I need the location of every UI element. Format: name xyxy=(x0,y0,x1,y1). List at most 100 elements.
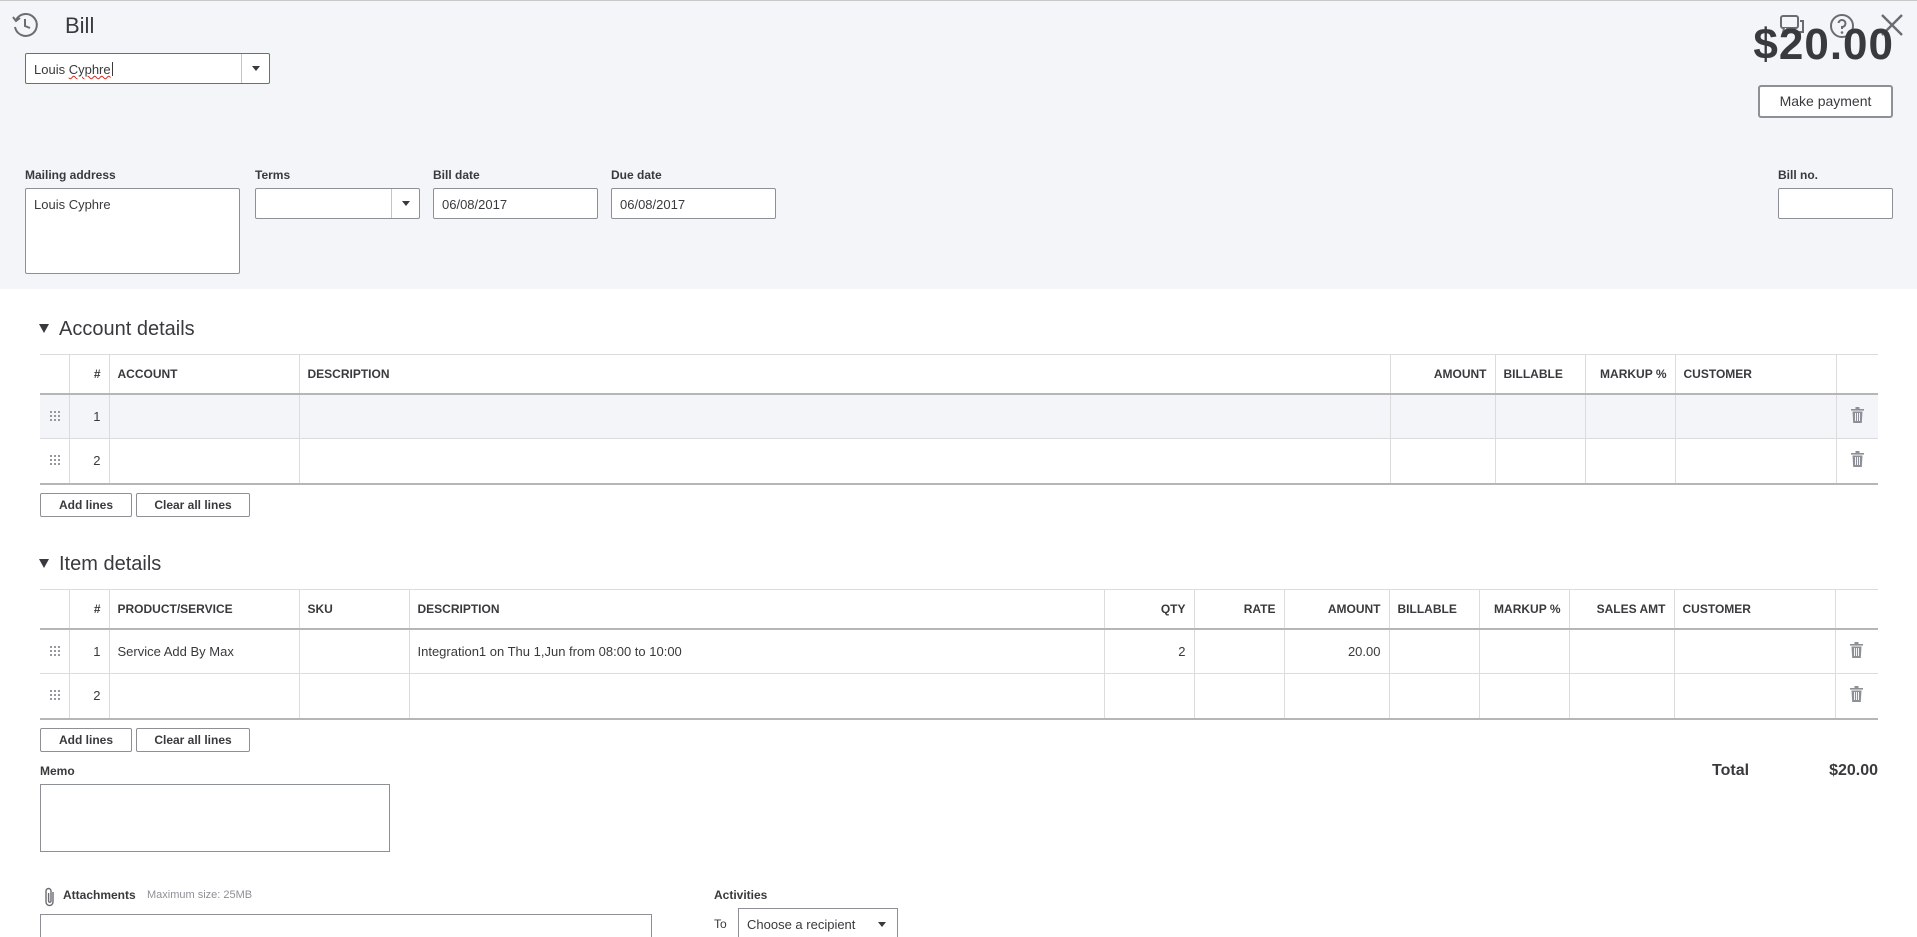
vendor-first-name: Louis xyxy=(34,62,69,77)
vendor-select[interactable]: Louis Cyphre xyxy=(25,53,270,84)
header-delete-cell xyxy=(1835,589,1878,630)
cell-number: 1 xyxy=(69,628,110,674)
cell-markup[interactable] xyxy=(1585,438,1676,485)
grip-icon[interactable] xyxy=(48,644,60,656)
table-row[interactable]: 2 xyxy=(40,673,1878,720)
make-payment-button[interactable]: Make payment xyxy=(1758,85,1893,118)
terms-dropdown-button[interactable] xyxy=(391,189,419,218)
cell-qty[interactable] xyxy=(1104,673,1195,720)
terms-select[interactable] xyxy=(255,188,420,219)
col-header-qty: QTY xyxy=(1104,589,1195,630)
text-cursor xyxy=(111,62,113,76)
add-lines-button[interactable]: Add lines xyxy=(40,493,132,517)
grip-icon[interactable] xyxy=(48,454,60,466)
clear-all-lines-button[interactable]: Clear all lines xyxy=(136,493,250,517)
account-details-title[interactable]: Account details xyxy=(59,318,195,341)
cell-billable[interactable] xyxy=(1495,438,1586,485)
cell-description[interactable] xyxy=(299,393,1391,439)
cell-number: 2 xyxy=(69,673,110,720)
balance-due-amount: $20.00 xyxy=(1744,26,1894,70)
cell-customer[interactable] xyxy=(1674,673,1836,720)
cell-sales-amt[interactable] xyxy=(1569,673,1675,720)
page-title: Bill xyxy=(65,13,95,38)
paperclip-icon xyxy=(45,887,54,907)
cell-description[interactable]: Integration1 on Thu 1,Jun from 08:00 to … xyxy=(409,628,1105,674)
vendor-input[interactable]: Louis Cyphre xyxy=(34,62,113,77)
table-header-row: # ACCOUNT DESCRIPTION AMOUNT BILLABLE MA… xyxy=(40,354,1878,395)
cell-delete[interactable] xyxy=(1836,393,1878,439)
cell-delete[interactable] xyxy=(1835,628,1878,674)
trash-icon[interactable] xyxy=(1850,451,1864,468)
col-header-sku: SKU xyxy=(299,589,410,630)
bill-no-field[interactable] xyxy=(1778,188,1893,219)
trash-icon[interactable] xyxy=(1850,641,1864,658)
cell-number: 1 xyxy=(69,393,110,439)
cell-sku[interactable] xyxy=(299,673,410,720)
mailing-address-field[interactable]: Louis Cyphre xyxy=(25,188,240,274)
item-details-title[interactable]: Item details xyxy=(59,553,161,576)
collapse-triangle-icon[interactable] xyxy=(39,559,49,568)
cell-account[interactable] xyxy=(109,393,300,439)
activities-label: Activities xyxy=(714,888,768,902)
cell-sku[interactable] xyxy=(299,628,410,674)
cell-rate[interactable] xyxy=(1194,673,1285,720)
grip-icon[interactable] xyxy=(48,689,60,701)
add-lines-button[interactable]: Add lines xyxy=(40,728,132,752)
clear-all-lines-button[interactable]: Clear all lines xyxy=(136,728,250,752)
col-header-billable: BILLABLE xyxy=(1389,589,1480,630)
col-header-billable: BILLABLE xyxy=(1495,354,1586,395)
cell-markup[interactable] xyxy=(1585,393,1676,439)
cell-billable[interactable] xyxy=(1389,673,1480,720)
cell-amount[interactable] xyxy=(1390,393,1496,439)
bill-date-field[interactable]: 06/08/2017 xyxy=(433,188,598,219)
table-row[interactable]: 1 Service Add By Max Integration1 on Thu… xyxy=(40,628,1878,674)
total-label: Total xyxy=(1712,762,1750,779)
cell-delete[interactable] xyxy=(1836,438,1878,485)
cell-customer[interactable] xyxy=(1675,393,1837,439)
trash-icon[interactable] xyxy=(1850,686,1864,703)
history-icon[interactable] xyxy=(11,11,39,39)
cell-qty[interactable]: 2 xyxy=(1104,628,1195,674)
memo-field[interactable] xyxy=(40,784,390,852)
bill-date-label: Bill date xyxy=(433,168,480,182)
cell-product-service[interactable] xyxy=(109,673,300,720)
collapse-triangle-icon[interactable] xyxy=(39,324,49,333)
col-header-description: DESCRIPTION xyxy=(409,589,1105,630)
cell-amount[interactable]: 20.00 xyxy=(1284,628,1390,674)
row-grip[interactable] xyxy=(40,438,70,485)
cell-description[interactable] xyxy=(409,673,1105,720)
cell-customer[interactable] xyxy=(1675,438,1837,485)
cell-rate[interactable] xyxy=(1194,628,1285,674)
due-date-field[interactable]: 06/08/2017 xyxy=(611,188,776,219)
cell-description[interactable] xyxy=(299,438,1391,485)
due-date-value: 06/08/2017 xyxy=(620,197,686,212)
mailing-address-value: Louis Cyphre xyxy=(34,197,111,212)
mailing-address-label: Mailing address xyxy=(25,168,116,182)
cell-billable[interactable] xyxy=(1389,628,1480,674)
table-row[interactable]: 2 xyxy=(40,438,1878,485)
cell-markup[interactable] xyxy=(1479,673,1570,720)
col-header-rate: RATE xyxy=(1194,589,1285,630)
col-header-amount: AMOUNT xyxy=(1390,354,1496,395)
attachments-dropzone[interactable] xyxy=(40,914,652,937)
grip-icon[interactable] xyxy=(48,409,60,421)
trash-icon[interactable] xyxy=(1850,406,1864,423)
cell-product-service[interactable]: Service Add By Max xyxy=(109,628,300,674)
attachments-label: Attachments xyxy=(63,888,136,902)
cell-account[interactable] xyxy=(109,438,300,485)
cell-customer[interactable] xyxy=(1674,628,1836,674)
cell-billable[interactable] xyxy=(1495,393,1586,439)
table-row[interactable]: 1 xyxy=(40,393,1878,439)
cell-amount[interactable] xyxy=(1390,438,1496,485)
cell-amount[interactable] xyxy=(1284,673,1390,720)
recipient-placeholder: Choose a recipient xyxy=(747,917,856,932)
recipient-select[interactable]: Choose a recipient xyxy=(738,908,898,937)
cell-delete[interactable] xyxy=(1835,673,1878,720)
cell-markup[interactable] xyxy=(1479,628,1570,674)
row-grip[interactable] xyxy=(40,393,70,439)
chevron-down-icon xyxy=(252,66,260,71)
row-grip[interactable] xyxy=(40,628,70,674)
cell-sales-amt[interactable] xyxy=(1569,628,1675,674)
vendor-dropdown-button[interactable] xyxy=(241,54,269,83)
row-grip[interactable] xyxy=(40,673,70,720)
